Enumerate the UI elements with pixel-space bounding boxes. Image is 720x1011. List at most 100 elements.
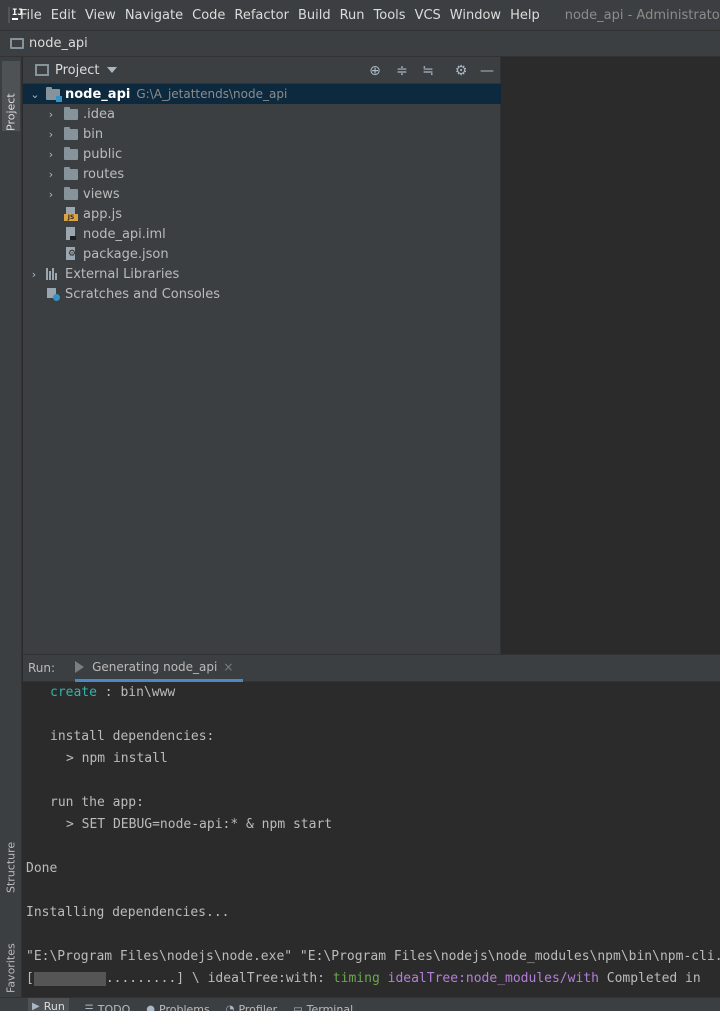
menu-help[interactable]: Help	[510, 8, 540, 23]
console-line: run the app:	[50, 795, 144, 810]
expand-all-icon[interactable]: ≑	[394, 63, 410, 79]
menu-file[interactable]: File	[20, 8, 42, 23]
progress-open: [	[26, 971, 34, 986]
library-icon	[46, 268, 60, 280]
console-line: create : bin\www	[50, 684, 175, 702]
console-line: Done	[26, 861, 58, 876]
module-file-icon	[64, 227, 78, 241]
javascript-file-icon	[64, 207, 78, 221]
bottom-tab-label: Problems	[159, 1002, 210, 1011]
intellij-logo-icon: IJ	[8, 7, 23, 23]
tree-item-routes[interactable]: › routes	[23, 164, 501, 184]
bottom-tab-run[interactable]: ▶ Run	[28, 998, 69, 1011]
create-path: : bin\www	[96, 685, 176, 700]
editor-area	[502, 57, 720, 654]
tree-root-node-api[interactable]: ⌄ node_api G:\A_jetattends\node_api	[23, 84, 501, 104]
folder-icon	[64, 106, 78, 120]
tool-tab-favorites[interactable]: Favorites	[2, 913, 20, 993]
tool-tab-structure[interactable]: Structure	[2, 827, 20, 893]
run-tab-generating[interactable]: Generating node_api ×	[75, 655, 244, 682]
bottom-tab-profiler[interactable]: ◔ Profiler	[226, 1001, 277, 1011]
tree-root-label: node_api	[65, 86, 131, 102]
tree-item-public[interactable]: › public	[23, 144, 501, 164]
chevron-down-icon[interactable]: ⌄	[30, 88, 40, 101]
tree-item-label: External Libraries	[65, 266, 180, 282]
menu-build[interactable]: Build	[298, 8, 331, 23]
ideal-tree-path: idealTree:node_modules/with	[387, 971, 599, 986]
nav-project-name[interactable]: node_api	[29, 36, 88, 51]
tree-item-package-json[interactable]: package.json	[23, 244, 501, 264]
chevron-right-icon[interactable]: ›	[29, 268, 39, 281]
project-folder-icon	[10, 38, 24, 49]
scratches-icon	[46, 287, 60, 301]
menu-tools[interactable]: Tools	[374, 8, 406, 23]
json-config-file-icon	[64, 247, 78, 261]
menu-code[interactable]: Code	[192, 8, 225, 23]
progress-dots: .........	[105, 971, 177, 986]
menu-run[interactable]: Run	[340, 8, 365, 23]
chevron-right-icon[interactable]: ›	[46, 188, 56, 201]
run-console-output[interactable]: create : bin\www install dependencies: >…	[23, 682, 720, 997]
hide-icon[interactable]: —	[479, 63, 495, 79]
tree-item-label: .idea	[83, 106, 115, 122]
profiler-icon: ◔	[225, 1003, 235, 1011]
bottom-tab-label: Run	[43, 1000, 65, 1011]
tree-item-label: bin	[83, 126, 104, 142]
tree-item-bin[interactable]: › bin	[23, 124, 501, 144]
chevron-right-icon[interactable]: ›	[46, 108, 56, 121]
completed-text: Completed in	[598, 971, 701, 986]
menu-vcs[interactable]: VCS	[415, 8, 441, 23]
tree-item-label: package.json	[83, 246, 169, 262]
menu-window[interactable]: Window	[450, 8, 501, 23]
folder-icon	[64, 126, 78, 140]
timing-keyword: timing	[332, 971, 380, 986]
menu-edit[interactable]: Edit	[51, 8, 76, 23]
menu-refactor[interactable]: Refactor	[234, 8, 289, 23]
tool-tab-favorites-label: Favorites	[4, 943, 18, 993]
chevron-down-icon[interactable]	[107, 67, 118, 73]
tree-item-idea[interactable]: › .idea	[23, 104, 501, 124]
bottom-tab-problems[interactable]: ● Problems	[146, 1001, 209, 1011]
gear-icon[interactable]: ⚙	[453, 63, 469, 79]
tree-item-label: app.js	[83, 206, 122, 222]
create-keyword: create	[50, 685, 97, 700]
play-icon: ▶	[32, 1001, 40, 1011]
tree-item-label: Scratches and Consoles	[65, 286, 221, 302]
window-title: node_api - Administrator	[564, 7, 720, 23]
problems-icon: ●	[146, 1003, 156, 1011]
bottom-tab-label: Profiler	[238, 1002, 278, 1011]
menu-bar: IJ File Edit View Navigate Code Refactor…	[0, 0, 720, 30]
module-folder-icon	[46, 86, 62, 102]
chevron-right-icon[interactable]: ›	[46, 168, 56, 181]
bottom-tab-todo[interactable]: ☰ TODO	[85, 1001, 130, 1011]
tool-tab-project[interactable]: Project	[2, 61, 20, 131]
console-line: install dependencies:	[50, 729, 215, 744]
bottom-tool-bar: ▶ Run ☰ TODO ● Problems ◔ Profiler ▭ Ter…	[0, 997, 720, 1011]
tree-item-scratches[interactable]: Scratches and Consoles	[23, 284, 501, 304]
console-line: > SET DEBUG=node-api:* & npm start	[66, 817, 333, 832]
project-panel-header: Project ⊕ ≑ ≒ ⚙ —	[23, 57, 500, 84]
tree-item-external-libraries[interactable]: › External Libraries	[23, 264, 501, 284]
chevron-right-icon[interactable]: ›	[46, 148, 56, 161]
project-view-selector[interactable]: Project	[55, 63, 99, 78]
tree-item-label: views	[83, 186, 120, 202]
tree-item-app-js[interactable]: app.js	[23, 204, 501, 224]
run-panel-label: Run:	[28, 661, 56, 675]
close-icon[interactable]: ×	[223, 660, 233, 674]
folder-icon	[64, 146, 78, 160]
menu-navigate[interactable]: Navigate	[125, 8, 183, 23]
terminal-icon: ▭	[293, 1003, 303, 1011]
chevron-right-icon[interactable]: ›	[46, 128, 56, 141]
tree-item-views[interactable]: › views	[23, 184, 501, 204]
bottom-tab-terminal[interactable]: ▭ Terminal	[293, 1001, 353, 1011]
locate-icon[interactable]: ⊕	[367, 63, 383, 79]
todo-list-icon: ☰	[84, 1003, 94, 1011]
bottom-tab-label: Terminal	[306, 1002, 354, 1011]
tree-item-label: routes	[83, 166, 125, 182]
collapse-all-icon[interactable]: ≒	[420, 63, 436, 79]
tree-item-node-api-iml[interactable]: node_api.iml	[23, 224, 501, 244]
console-line: "E:\Program Files\nodejs\node.exe" "E:\P…	[26, 949, 720, 964]
progress-bar-fill	[33, 971, 106, 986]
project-view-icon	[35, 64, 49, 76]
menu-view[interactable]: View	[85, 8, 116, 23]
